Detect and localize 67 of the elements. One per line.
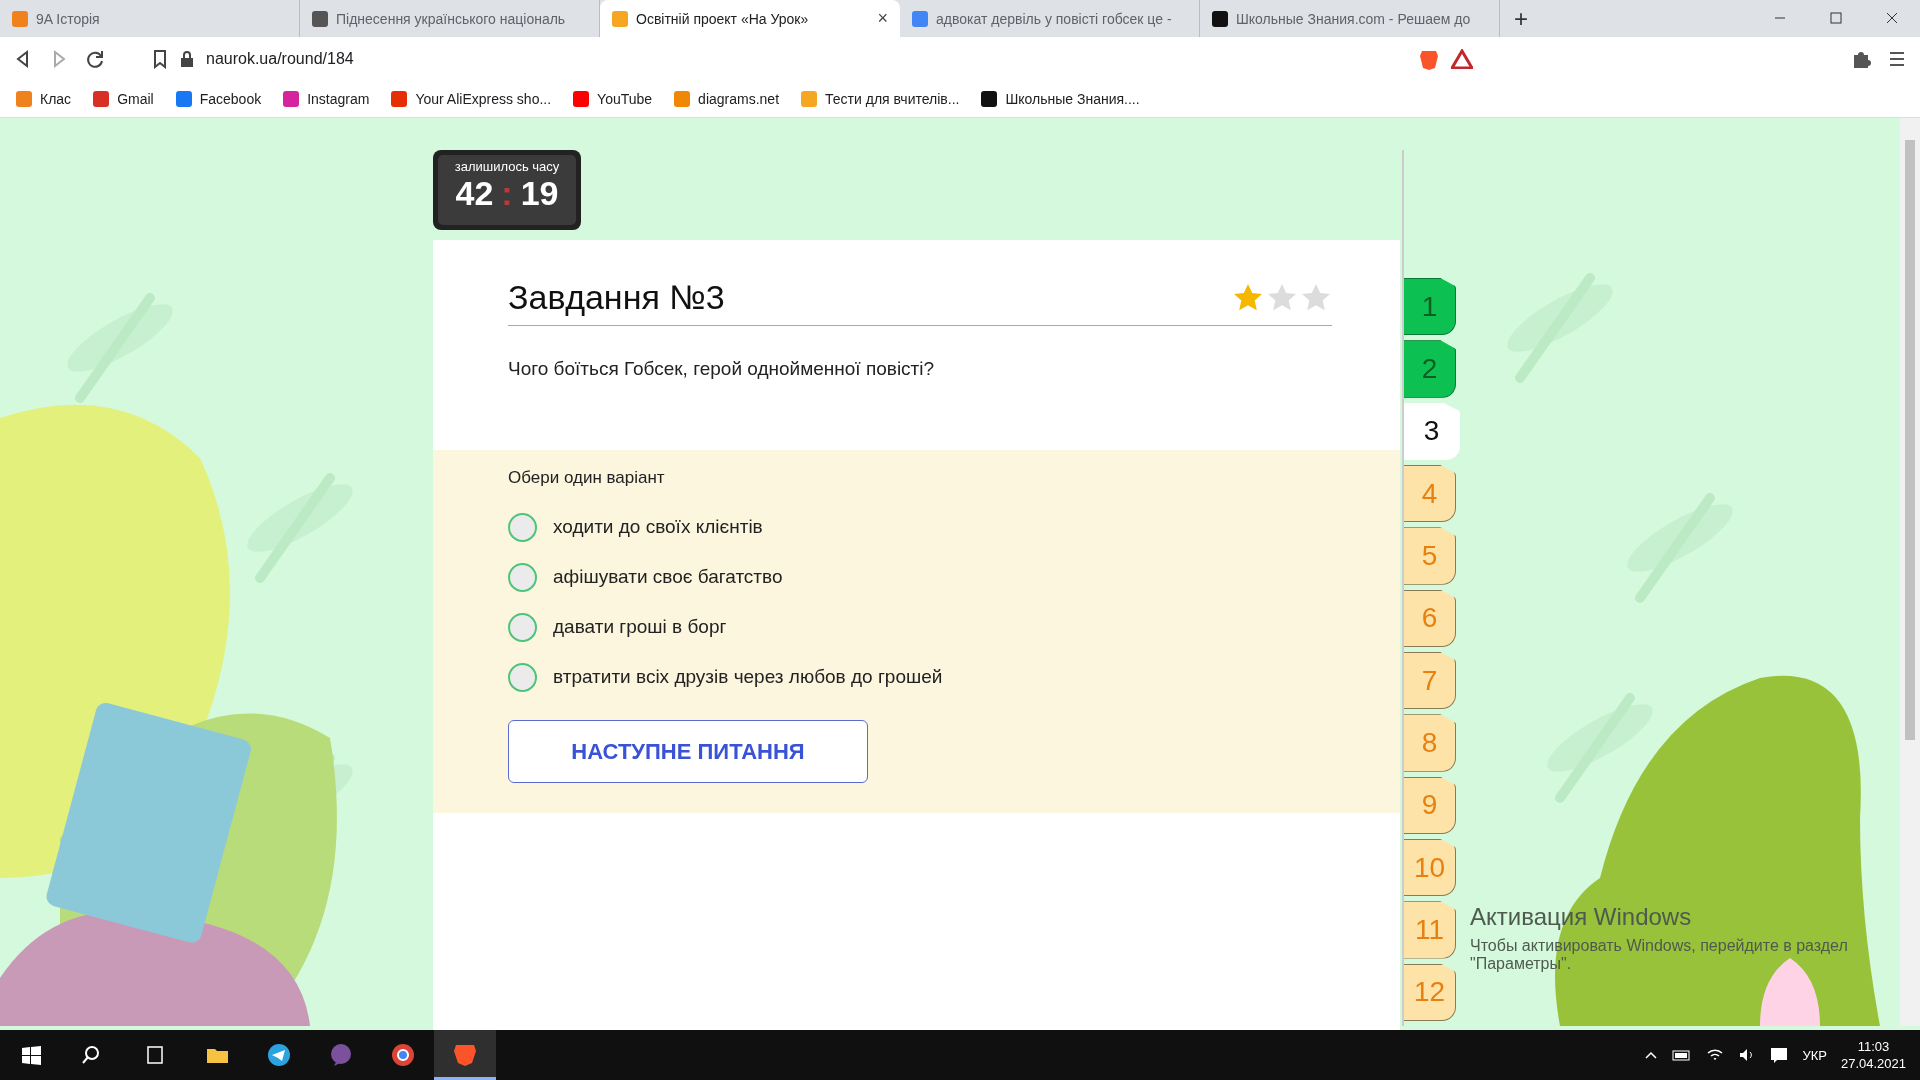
radio-button[interactable] [508, 562, 537, 592]
option-label[interactable]: афішувати своє багатство [553, 566, 783, 588]
site-icon [312, 10, 328, 27]
notification-icon[interactable] [1770, 1047, 1789, 1063]
lion-shield-icon[interactable] [1419, 48, 1439, 70]
timer-minutes: 42 [455, 174, 494, 213]
triangle-icon[interactable] [1451, 49, 1473, 69]
option-label[interactable]: давати гроші в борг [553, 616, 727, 638]
url-text: naurok.ua/round/184 [206, 50, 354, 68]
timer-seconds: 19 [520, 174, 559, 213]
site-icon [674, 91, 691, 107]
bookmark-link[interactable]: YouTube [573, 91, 653, 107]
chat-bubble-icon[interactable] [328, 1042, 354, 1068]
site-icon [175, 91, 192, 107]
question-tab[interactable]: 3 [1404, 402, 1460, 460]
bookmark-link[interactable]: Gmail [93, 91, 154, 107]
bookmark-link[interactable]: Instagram [283, 91, 370, 107]
clock-date[interactable]: 27.04.2021 [1840, 1056, 1906, 1071]
site-icon [283, 91, 300, 107]
site-icon [391, 91, 408, 107]
bookmark-link[interactable]: Клас [16, 91, 72, 107]
scrollbar[interactable] [1900, 118, 1920, 1026]
browser-tab[interactable]: Освітній проект «На Урок» × [600, 0, 900, 37]
scroll-thumb[interactable] [1905, 140, 1915, 740]
site-icon [801, 91, 818, 107]
timer-label: залишилось часу [454, 159, 560, 174]
option-label[interactable]: втратити всіх друзів через любов до грошей [553, 666, 943, 688]
site-icon [1212, 10, 1228, 27]
bookmark-label: diagrams.net [698, 91, 780, 107]
bookmark-icon[interactable] [152, 49, 168, 69]
bookmark-label: Gmail [117, 91, 154, 107]
bookmark-link[interactable]: Facebook [175, 91, 262, 107]
site-icon [12, 10, 28, 27]
site-icon [93, 91, 110, 107]
site-icon [912, 10, 928, 27]
bookmark-label: Школьные Знания.... [1005, 91, 1140, 107]
next-question-button[interactable]: НАСТУПНЕ ПИТАННЯ [508, 720, 868, 783]
lock-icon [180, 51, 194, 67]
task-title: Завдання №3 [508, 278, 725, 317]
site-icon [16, 91, 32, 107]
site-icon [981, 91, 998, 107]
bookmark-label: Instagram [307, 91, 370, 107]
radio-button[interactable] [508, 612, 537, 642]
instruction-text: Обери один варіант [508, 468, 666, 488]
radio-button[interactable] [508, 512, 537, 542]
keyboard-language[interactable]: УКР [1802, 1047, 1827, 1063]
bookmark-label: Тести для вчителів... [825, 91, 960, 107]
radio-button[interactable] [508, 662, 537, 692]
bookmark-link[interactable]: diagrams.net [674, 91, 780, 107]
question-text: Чого боїться Гобсек, герой однойменної повісті? [508, 358, 936, 380]
bookmark-label: Facebook [199, 91, 262, 107]
bookmark-label: YouTube [597, 91, 653, 107]
bookmark-label: Клас [40, 91, 72, 107]
paper-plane-icon[interactable] [266, 1042, 292, 1068]
close-tab-button[interactable]: × [877, 8, 888, 29]
option-label[interactable]: ходити до своїх клієнтів [553, 516, 763, 538]
wifi-icon[interactable] [1706, 1047, 1725, 1063]
bookmark-link[interactable]: Школьные Знания.... [981, 91, 1140, 107]
timer-separator: : [501, 174, 513, 213]
battery-icon[interactable] [1672, 1048, 1693, 1062]
site-icon [573, 91, 590, 107]
reload-icon[interactable] [84, 48, 106, 70]
bookmark-link[interactable]: Тести для вчителів... [801, 91, 960, 107]
clock-time[interactable]: 11:03 [1857, 1039, 1890, 1054]
round-browser-icon[interactable] [390, 1042, 416, 1068]
new-tab-button[interactable]: + [1500, 0, 1542, 37]
site-icon [612, 10, 628, 27]
